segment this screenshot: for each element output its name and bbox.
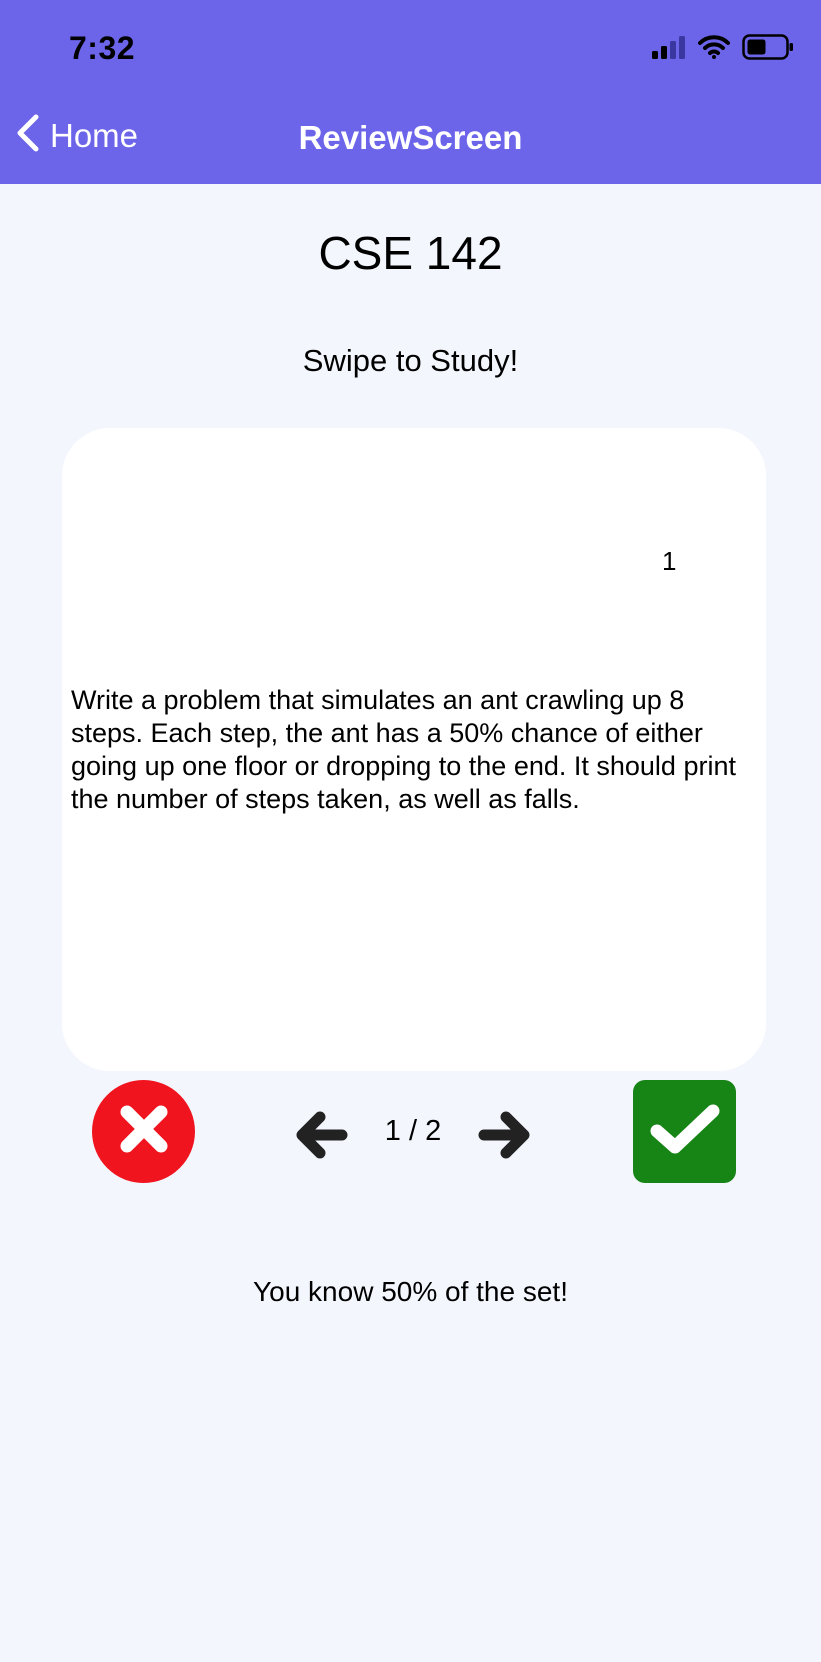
- cellular-signal-icon: [652, 35, 686, 64]
- progress-message: You know 50% of the set!: [253, 1276, 568, 1307]
- previous-card-button[interactable]: [292, 1107, 348, 1163]
- screen-title: ReviewScreen: [298, 119, 523, 156]
- card-counter: 1 / 2: [384, 1115, 442, 1147]
- status-time: 7:32: [69, 30, 136, 66]
- review-screen: 7:32 Home ReviewScreen CSE 142 Swipe to …: [0, 0, 821, 1662]
- mark-known-button[interactable]: [633, 1080, 736, 1183]
- course-title: CSE 142: [318, 227, 503, 279]
- arrow-left-icon: [292, 1111, 348, 1167]
- header-bar: 7:32 Home ReviewScreen: [0, 0, 821, 184]
- card-number: 1: [662, 546, 677, 576]
- checkmark-icon: [647, 1099, 723, 1164]
- status-icons: [652, 34, 794, 65]
- card-text: Write a problem that simulates an ant cr…: [71, 685, 736, 814]
- swipe-instruction: Swipe to Study!: [302, 343, 519, 378]
- mark-unknown-button[interactable]: [92, 1080, 195, 1183]
- battery-icon: [742, 34, 794, 65]
- close-icon: [115, 1100, 173, 1163]
- next-card-button[interactable]: [478, 1107, 534, 1163]
- arrow-right-icon: [478, 1111, 534, 1167]
- wifi-icon: [698, 35, 730, 64]
